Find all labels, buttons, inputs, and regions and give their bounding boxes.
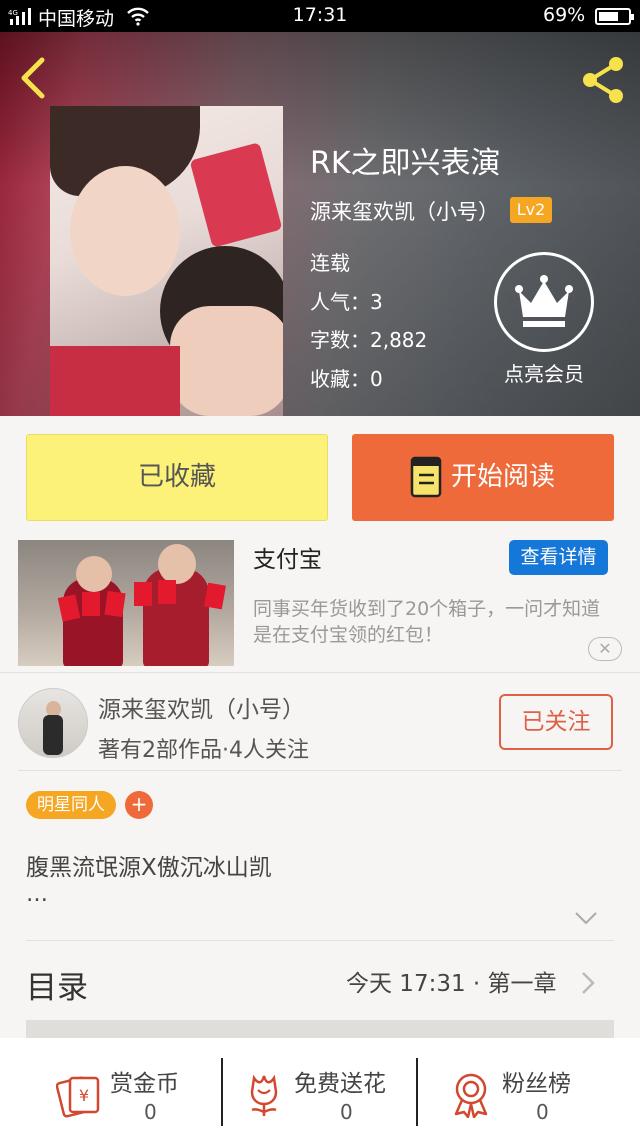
- section-separator: [26, 1020, 614, 1038]
- synopsis-text: 腹黑流氓源X傲沉冰山凯: [26, 855, 272, 881]
- follow-button[interactable]: 已关注: [499, 694, 613, 750]
- member-label: 点亮会员: [504, 362, 584, 386]
- author-stats: 著有2部作品·4人关注: [98, 738, 309, 763]
- flower-icon: [244, 1072, 284, 1122]
- ad-title[interactable]: 支付宝: [253, 540, 322, 574]
- author-name[interactable]: 源来玺欢凯（小号）: [98, 690, 305, 724]
- start-reading-button[interactable]: 开始阅读: [352, 434, 614, 521]
- book-word-count: 字数：2,882: [310, 328, 428, 352]
- book-icon: [410, 456, 442, 498]
- chevron-right-icon[interactable]: [580, 970, 596, 996]
- book-info: 连载 人气：3 字数：2,882 收藏：0: [310, 244, 427, 398]
- svg-text:¥: ¥: [79, 1086, 89, 1105]
- start-reading-label: 开始阅读: [451, 462, 556, 492]
- ad-image[interactable]: [18, 540, 234, 666]
- avatar[interactable]: [18, 688, 88, 758]
- book-header: RK之即兴表演 源来玺欢凯（小号） Lv2 连载 人气：3 字数：2,882 收…: [0, 32, 640, 416]
- chevron-down-icon[interactable]: [574, 910, 598, 926]
- separator: [221, 1058, 223, 1126]
- tag-chip[interactable]: 明星同人: [26, 791, 116, 819]
- send-flowers-count: 0: [340, 1100, 353, 1124]
- book-cover[interactable]: [50, 106, 283, 416]
- level-badge: Lv2: [510, 197, 552, 223]
- book-popularity: 人气：3: [310, 289, 383, 314]
- toc-latest-chapter[interactable]: 今天 17:31 · 第一章: [346, 964, 557, 998]
- book-title: RK之即兴表演: [310, 146, 501, 181]
- book-favorites: 收藏：0: [310, 366, 383, 391]
- book-author[interactable]: 源来玺欢凯（小号）: [310, 196, 499, 226]
- reward-coins-count: 0: [144, 1100, 157, 1124]
- separator: [416, 1058, 418, 1126]
- fan-ranking-label: 粉丝榜: [502, 1071, 571, 1097]
- battery-percent: 69%: [543, 4, 586, 26]
- status-bar: 4G 中国移动 17:31 69%: [0, 0, 640, 32]
- reward-coins-button[interactable]: ¥ 赏金币 0: [55, 1058, 196, 1128]
- share-icon: [583, 57, 623, 103]
- share-button[interactable]: [578, 54, 630, 106]
- crown-icon: [494, 252, 594, 352]
- toc-title[interactable]: 目录: [26, 962, 88, 1007]
- chevron-left-icon: [21, 57, 45, 99]
- ad-close-button[interactable]: ✕: [588, 637, 622, 661]
- divider: [18, 770, 622, 771]
- divider: [26, 940, 614, 941]
- ad-description[interactable]: 同事买年货收到了20个箱子，一问才知道是在支付宝领的红包！: [253, 596, 613, 648]
- book-status: 连载: [310, 251, 350, 275]
- send-flowers-button[interactable]: 免费送花 0: [244, 1058, 404, 1128]
- back-button[interactable]: [14, 54, 54, 102]
- collected-button[interactable]: 已收藏: [26, 434, 328, 521]
- battery-icon: [595, 8, 634, 25]
- add-tag-button[interactable]: +: [125, 791, 153, 819]
- divider: [0, 672, 640, 673]
- send-flowers-label: 免费送花: [294, 1071, 386, 1097]
- award-ribbon-icon: [450, 1072, 492, 1122]
- fan-ranking-button[interactable]: 粉丝榜 0: [450, 1058, 590, 1128]
- fan-ranking-count: 0: [536, 1100, 549, 1124]
- red-envelope-icon: ¥: [55, 1072, 102, 1122]
- reward-coins-label: 赏金币: [110, 1071, 179, 1097]
- member-button[interactable]: 点亮会员: [492, 252, 596, 387]
- bottom-bar: ¥ 赏金币 0 免费送花 0 粉丝榜 0: [0, 1038, 640, 1138]
- synopsis-ellipsis: …: [26, 882, 48, 907]
- ad-detail-button[interactable]: 查看详情: [509, 540, 608, 575]
